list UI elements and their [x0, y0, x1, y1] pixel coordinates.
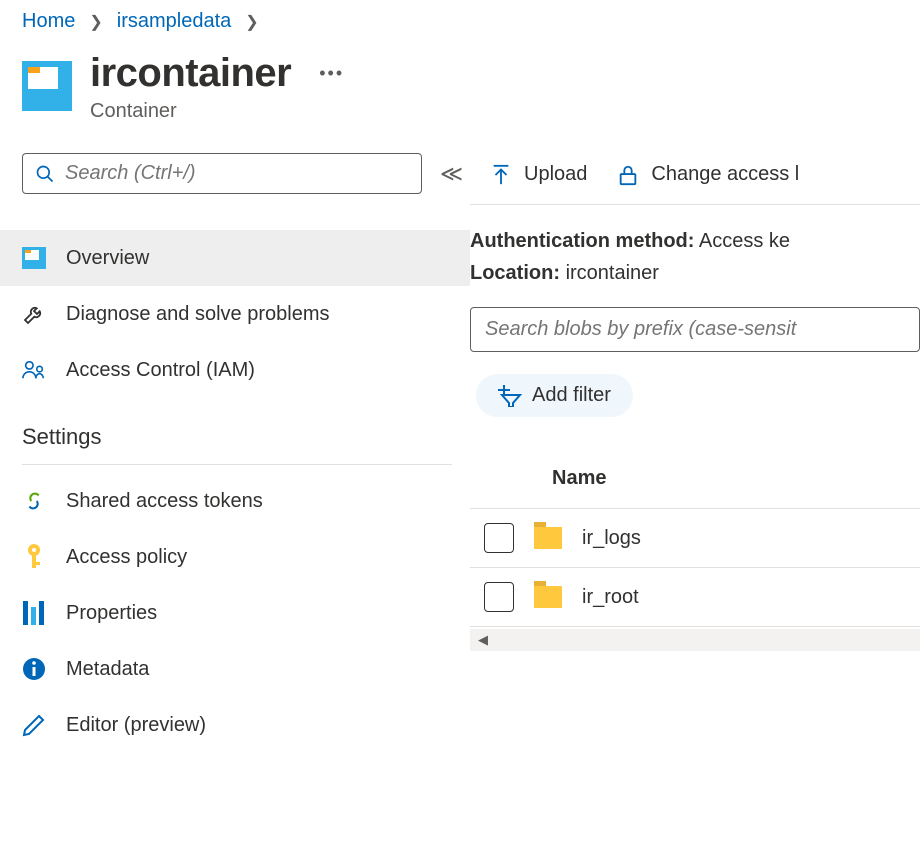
sidebar-item-label: Access policy: [66, 546, 187, 569]
collapse-sidebar-icon[interactable]: ≪: [440, 161, 463, 187]
table-header: Name: [470, 453, 920, 509]
sidebar-item-label: Properties: [66, 602, 157, 625]
sidebar-item-editor[interactable]: Editor (preview): [0, 697, 470, 753]
chevron-right-icon: ❯: [89, 12, 102, 32]
pencil-icon: [22, 713, 46, 737]
more-menu-button[interactable]: •••: [319, 63, 344, 84]
breadcrumb: Home ❯ irsampledata ❯: [0, 0, 920, 37]
sidebar-search[interactable]: [22, 153, 422, 194]
sidebar-item-diagnose[interactable]: Diagnose and solve problems: [0, 286, 470, 342]
column-header-name[interactable]: Name: [552, 467, 606, 490]
overview-icon: [22, 246, 46, 270]
folder-icon: [534, 527, 562, 549]
sidebar-item-label: Access Control (IAM): [66, 359, 255, 382]
info-icon: [22, 657, 46, 681]
sidebar-item-metadata[interactable]: Metadata: [0, 641, 470, 697]
breadcrumb-parent[interactable]: irsampledata: [117, 10, 232, 33]
sidebar-search-input[interactable]: [65, 162, 409, 185]
upload-button[interactable]: Upload: [490, 163, 587, 186]
sidebar-item-sas[interactable]: Shared access tokens: [0, 473, 470, 529]
horizontal-scrollbar[interactable]: ◀: [470, 629, 920, 651]
sidebar-item-label: Diagnose and solve problems: [66, 303, 330, 326]
link-icon: [22, 489, 46, 513]
add-filter-button[interactable]: Add filter: [476, 374, 633, 417]
search-icon: [35, 164, 55, 184]
info-block: Authentication method: Access ke Locatio…: [470, 205, 920, 303]
wrench-icon: [22, 302, 46, 326]
location-label: Location:: [470, 262, 560, 284]
location-value: ircontainer: [566, 262, 659, 284]
change-access-button[interactable]: Change access l: [617, 163, 799, 186]
sidebar-item-properties[interactable]: Properties: [0, 585, 470, 641]
lock-icon: [617, 164, 639, 186]
sidebar-item-label: Overview: [66, 247, 149, 270]
page-header: ircontainer ••• Container: [0, 37, 920, 153]
container-icon: [22, 61, 72, 111]
row-name[interactable]: ir_logs: [582, 527, 641, 550]
page-subtitle: Container: [90, 100, 898, 123]
row-checkbox[interactable]: [484, 582, 514, 612]
sidebar-item-access-policy[interactable]: Access policy: [0, 529, 470, 585]
auth-method-label: Authentication method:: [470, 230, 694, 252]
table-row[interactable]: ir_logs: [470, 509, 920, 568]
sidebar-item-iam[interactable]: Access Control (IAM): [0, 342, 470, 398]
blob-table: Name ir_logs ir_root ◀: [470, 453, 920, 651]
properties-icon: [22, 601, 46, 625]
blob-search-input[interactable]: [470, 307, 920, 352]
row-name[interactable]: ir_root: [582, 586, 639, 609]
sidebar-item-label: Shared access tokens: [66, 490, 263, 513]
settings-section-header: Settings: [22, 398, 452, 465]
change-access-label: Change access l: [651, 163, 799, 186]
sidebar-item-label: Editor (preview): [66, 714, 206, 737]
folder-icon: [534, 586, 562, 608]
add-filter-label: Add filter: [532, 384, 611, 407]
upload-icon: [490, 164, 512, 186]
people-icon: [22, 358, 46, 382]
upload-label: Upload: [524, 163, 587, 186]
toolbar: Upload Change access l: [470, 153, 920, 205]
breadcrumb-home[interactable]: Home: [22, 10, 75, 33]
page-title: ircontainer: [90, 51, 291, 96]
chevron-right-icon: ❯: [245, 12, 258, 32]
table-row[interactable]: ir_root: [470, 568, 920, 627]
filter-icon: [498, 385, 522, 407]
scroll-left-arrow-icon[interactable]: ◀: [472, 632, 494, 648]
sidebar-item-label: Metadata: [66, 658, 149, 681]
row-checkbox[interactable]: [484, 523, 514, 553]
sidebar-item-overview[interactable]: Overview: [0, 230, 470, 286]
key-icon: [22, 545, 46, 569]
auth-method-value: Access ke: [699, 230, 790, 252]
